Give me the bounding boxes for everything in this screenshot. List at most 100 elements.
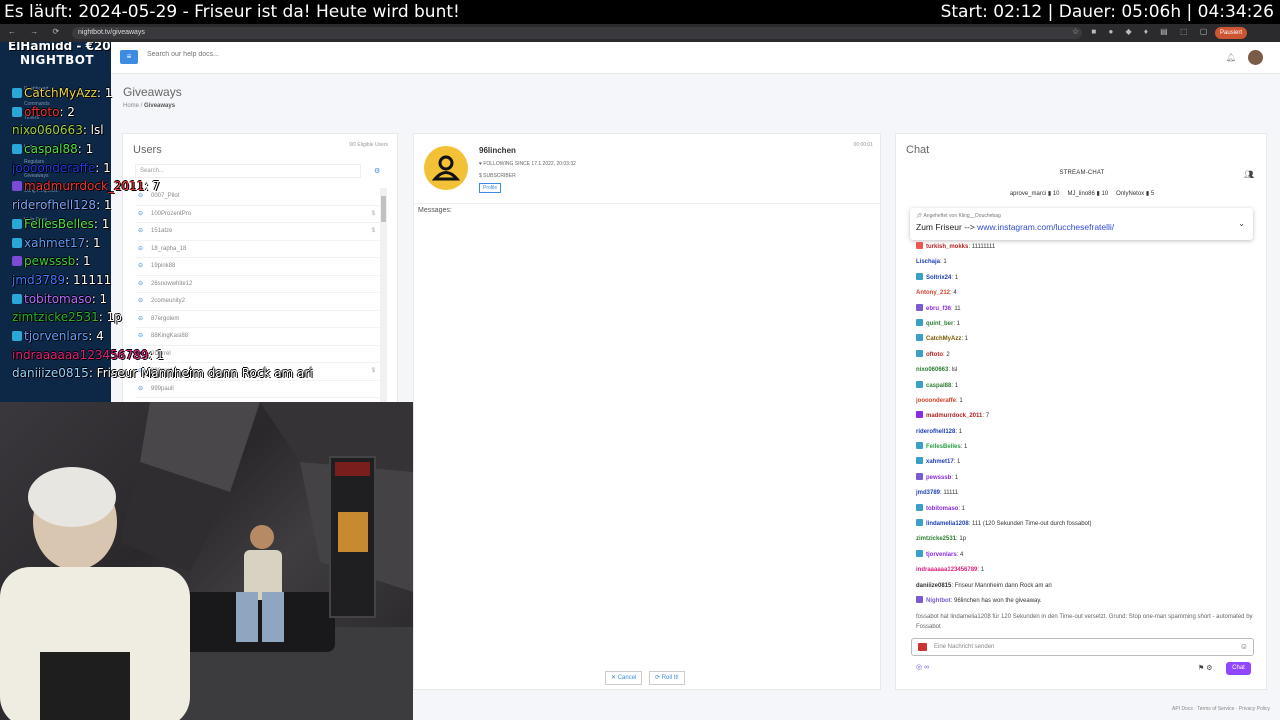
chat-username[interactable]: jmd3789 <box>916 490 940 496</box>
chat-username[interactable]: Nightbot <box>926 598 951 604</box>
chat-message: zimtzicke2531: 1p <box>916 532 1261 547</box>
user-icon <box>431 155 461 181</box>
chat-message: jmd3789: 11111 <box>916 486 1261 501</box>
chat-username[interactable]: daniiize0815 <box>916 583 951 589</box>
chat-text: : lsl <box>948 367 958 374</box>
chat-message: tobitomaso: 1 <box>916 502 1261 517</box>
chat-text: : Friseur Mannheim dann Rock am ari <box>951 582 1052 589</box>
winner-name: 96linchen <box>479 146 516 155</box>
chat-message: oftoto: 2 <box>916 348 1261 363</box>
footer-links[interactable]: API Docs · Terms of Service · Privacy Po… <box>1172 706 1270 712</box>
paused-badge[interactable]: Pausiert <box>1215 27 1248 39</box>
user-avatar[interactable] <box>1248 50 1263 65</box>
chat-text: : 4 <box>956 551 964 558</box>
chat-message: Soltrix24: 1 <box>916 271 1261 286</box>
overlay-chat-line: daniiize0815: Friseur Mannheim dann Rock… <box>12 364 412 383</box>
chat-message: Antony_212: 4 <box>916 286 1261 301</box>
reroll-button[interactable]: ⟳ Roll It! <box>649 671 685 685</box>
overlay-username: oftoto <box>24 104 60 119</box>
camera-icon[interactable] <box>918 643 927 651</box>
overlay-text: : 1 <box>91 291 108 306</box>
chat-text: : 96linchen has won the giveaway. <box>950 597 1042 604</box>
overlay-username: zimtzicke2531 <box>12 310 99 325</box>
chat-text: : 1 <box>955 428 963 435</box>
leader-entry[interactable]: MJ_lino86 ▮ 10 <box>1068 191 1109 197</box>
screen: Es läuft: 2024-05-29 - Friseur ist da! H… <box>0 0 1280 720</box>
chat-text: : 11111 <box>940 490 959 497</box>
overlay-chat-line: CatchMyAzz: 1 <box>12 84 412 103</box>
chat-message: turkish_mokks: 11111111 <box>916 240 1261 255</box>
pinned-by-text: Angeheftet von Kling__Douchebag <box>923 213 1001 219</box>
badge-icon <box>916 334 923 342</box>
chat-leaderboard: aprove_marci ▮ 10 MJ_lino86 ▮ 10 OnlyNetox… <box>896 190 1268 197</box>
chat-username[interactable]: joooonderaffe <box>916 398 956 404</box>
chat-username[interactable]: lindamelia1208 <box>926 521 969 527</box>
badge-icon <box>916 303 923 311</box>
pinned-link[interactable]: www.instagram.com/lucchesefratelli/ <box>977 222 1114 232</box>
badge-icon <box>12 181 22 192</box>
emote-icon[interactable]: ☺ <box>1240 639 1248 655</box>
bits-icon[interactable]: ◎ ∞ <box>916 663 929 671</box>
chat-username[interactable]: tobitomaso <box>926 506 958 512</box>
chat-messages: turkish_mokks: 11111111 Lischaja: 1 Soltri… <box>916 240 1261 630</box>
chat-username[interactable]: zimtzicke2531 <box>916 536 956 542</box>
chat-username[interactable]: riderofhell128 <box>916 429 955 435</box>
cancel-button[interactable]: ✕ Cancel <box>605 671 643 685</box>
system-message: fossabot hat lindamelia1208 für 120 Seku… <box>916 614 1253 630</box>
chat-username[interactable]: Soltrix24 <box>926 275 951 281</box>
overlay-username: indraaaaaa123456789 <box>12 347 149 362</box>
chat-message: indraaaaaa123456789: 1 <box>916 563 1261 578</box>
overlay-text: : Friseur Mannheim dann Rock am ari <box>88 366 313 381</box>
chat-username[interactable]: caspal88 <box>926 383 951 389</box>
chat-username[interactable]: oftoto <box>926 352 943 358</box>
chat-username[interactable]: nixo060663 <box>916 367 948 373</box>
chat-input[interactable]: Eine Nachricht senden ☺ <box>911 638 1254 656</box>
chevron-down-icon[interactable]: ⌄ <box>1238 219 1245 228</box>
overlay-text: : 1 <box>148 347 164 362</box>
chat-username[interactable]: FellesBelles <box>926 444 961 450</box>
chat-username[interactable]: Antony_212 <box>916 290 950 296</box>
subscriber-label: $ SUBSCRIBER <box>479 173 516 179</box>
badge-icon <box>916 272 923 280</box>
extension-icons[interactable]: ☆ ■ ● ◆ ♦ ▤ ⬚ ▢ <box>1072 27 1212 36</box>
leader-entry[interactable]: aprove_marci ▮ 10 <box>1010 191 1060 197</box>
chat-text: : 7 <box>982 413 990 420</box>
badge-icon <box>12 330 22 341</box>
winner-avatar <box>424 146 468 190</box>
chat-text: : 1 <box>953 320 961 327</box>
chat-text: : 11111111 <box>968 244 996 250</box>
chat-username[interactable]: turkish_mokks <box>926 244 968 250</box>
chat-username[interactable]: pewsssb <box>926 475 951 481</box>
chat-username[interactable]: tjorvenlars <box>926 552 957 558</box>
chat-message: riderofhell128: 1 <box>916 425 1261 440</box>
chat-title: Chat <box>906 144 930 156</box>
chat-username[interactable]: CatchMyAzz <box>926 336 961 342</box>
browser-toolbar: ← → ⟳ ⌂ nightbot.tv/giveaways ☆ ■ ● ◆ ♦ … <box>0 24 1280 42</box>
chat-username[interactable]: ebru_f36 <box>926 306 951 312</box>
pinned-message[interactable]: 📌︎ Angeheftet von Kling__Douchebag Zum F… <box>910 208 1253 240</box>
users-icon[interactable]: 👥︎ <box>1244 170 1254 179</box>
chat-username[interactable]: xahmet17 <box>926 459 954 465</box>
badge-icon <box>916 349 923 357</box>
chat-send-button[interactable]: Chat <box>1226 662 1251 675</box>
overlay-area: CatchMyAzz: 1 oftoto: 2 nixo060663: lsl cas… <box>0 36 413 402</box>
bell-icon[interactable]: 🔔︎ <box>1226 53 1236 62</box>
overlay-text: : 1 <box>96 86 113 100</box>
chat-username[interactable]: indraaaaaa123456789 <box>916 567 977 573</box>
chat-username[interactable]: quint_ber <box>926 321 953 327</box>
address-bar[interactable]: nightbot.tv/giveaways <box>72 27 1082 39</box>
overlay-text: : 4 <box>88 328 104 343</box>
settings-icon[interactable]: ⚑ ⚙ <box>1198 664 1213 672</box>
chat-text: : 1 <box>951 382 959 389</box>
leader-entry[interactable]: OnlyNetox ▮ 5 <box>1116 191 1154 197</box>
chat-text: : 1p <box>956 536 967 543</box>
profile-button[interactable]: Profile <box>479 183 502 193</box>
chat-username[interactable]: Lischaja <box>916 259 940 265</box>
chat-username[interactable]: madmurrdock_2011 <box>926 413 982 419</box>
overlay-text: : 11111 <box>65 272 112 287</box>
chat-text: : 1 <box>951 274 959 281</box>
overlay-username: caspal88 <box>24 142 78 157</box>
badge-icon <box>916 380 923 388</box>
overlay-text: : 1 <box>95 160 111 175</box>
chat-text: : 2 <box>943 351 950 358</box>
